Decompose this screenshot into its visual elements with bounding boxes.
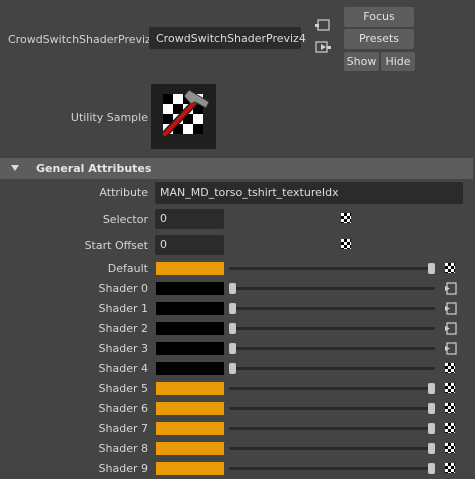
shader-label: Default: [107, 262, 148, 275]
shader-slider-handle[interactable]: [229, 323, 236, 334]
shader-slider-handle[interactable]: [428, 463, 435, 474]
shader-label: Shader 4: [98, 362, 148, 375]
shader-color-swatch[interactable]: [156, 342, 224, 355]
shader-label: Shader 0: [98, 282, 148, 295]
shader-slider-handle[interactable]: [229, 283, 236, 294]
checker-icon[interactable]: [445, 463, 455, 473]
selector-label: Selector: [102, 213, 148, 226]
shader-slider-handle[interactable]: [229, 343, 236, 354]
shader-slider-handle[interactable]: [428, 423, 435, 434]
shader-color-swatch[interactable]: [156, 302, 224, 315]
map-connection-icon[interactable]: [443, 302, 457, 315]
shader-color-swatch[interactable]: [156, 362, 224, 375]
utility-sample-label: Utility Sample: [70, 111, 148, 124]
utility-sample-swatch[interactable]: [151, 84, 216, 149]
shader-color-swatch[interactable]: [156, 442, 224, 455]
shader-slider-track[interactable]: [229, 267, 435, 270]
general-attributes-section[interactable]: General Attributes: [0, 158, 473, 179]
start-offset-label: Start Offset: [84, 239, 148, 252]
shader-slider-track[interactable]: [229, 327, 435, 330]
shader-color-swatch[interactable]: [156, 382, 224, 395]
checker-icon[interactable]: [445, 383, 455, 393]
shader-color-swatch[interactable]: [156, 282, 224, 295]
shader-label: Shader 5: [98, 382, 148, 395]
hide-button[interactable]: Hide: [381, 52, 415, 71]
switch-shader-icon: [161, 89, 210, 138]
section-title: General Attributes: [36, 162, 152, 175]
map-connection-icon[interactable]: [443, 282, 457, 295]
shader-color-swatch[interactable]: [156, 422, 224, 435]
shader-slider-handle[interactable]: [229, 363, 236, 374]
output-connections-icon[interactable]: [314, 40, 332, 56]
collapse-arrow-icon: [11, 165, 19, 171]
shader-slider-track[interactable]: [229, 407, 435, 410]
shader-color-swatch[interactable]: [156, 262, 224, 275]
shader-slider-track[interactable]: [229, 427, 435, 430]
shader-label: Shader 9: [98, 462, 148, 475]
node-name-field[interactable]: CrowdSwitchShaderPreviz4: [149, 27, 306, 49]
node-type-label: CrowdSwitchShaderPreviz:: [8, 33, 155, 46]
checker-icon[interactable]: [445, 443, 455, 453]
map-connection-icon[interactable]: [443, 342, 457, 355]
shader-color-swatch[interactable]: [156, 322, 224, 335]
checker-icon[interactable]: [445, 263, 455, 273]
presets-button[interactable]: Presets: [344, 29, 414, 49]
shader-color-swatch[interactable]: [156, 462, 224, 475]
shader-label: Shader 3: [98, 342, 148, 355]
checker-icon[interactable]: [445, 403, 455, 413]
shader-slider-track[interactable]: [229, 467, 435, 470]
shader-slider-handle[interactable]: [428, 263, 435, 274]
attribute-label: Attribute: [99, 186, 148, 199]
map-connection-icon[interactable]: [443, 322, 457, 335]
shader-slider-track[interactable]: [229, 307, 435, 310]
shader-color-swatch[interactable]: [156, 402, 224, 415]
shader-slider-track[interactable]: [229, 367, 435, 370]
focus-button[interactable]: Focus: [344, 7, 414, 27]
shader-slider-handle[interactable]: [229, 303, 236, 314]
checker-icon[interactable]: [445, 363, 455, 373]
shader-label: Shader 7: [98, 422, 148, 435]
shader-label: Shader 8: [98, 442, 148, 455]
shader-slider-handle[interactable]: [428, 383, 435, 394]
input-connections-icon[interactable]: [314, 18, 332, 34]
shader-slider-track[interactable]: [229, 287, 435, 290]
shader-slider-track[interactable]: [229, 447, 435, 450]
shader-label: Shader 1: [98, 302, 148, 315]
shader-slider-handle[interactable]: [428, 403, 435, 414]
selector-field[interactable]: 0: [155, 209, 224, 229]
shader-label: Shader 2: [98, 322, 148, 335]
selector-map-icon[interactable]: [341, 213, 351, 223]
attribute-field[interactable]: MAN_MD_torso_tshirt_textureIdx: [155, 182, 463, 204]
shader-slider-track[interactable]: [229, 347, 435, 350]
shader-label: Shader 6: [98, 402, 148, 415]
show-button[interactable]: Show: [344, 52, 379, 71]
start-offset-map-icon[interactable]: [341, 239, 351, 249]
checker-icon[interactable]: [445, 423, 455, 433]
shader-slider-handle[interactable]: [428, 443, 435, 454]
start-offset-field[interactable]: 0: [155, 235, 224, 255]
shader-slider-track[interactable]: [229, 387, 435, 390]
